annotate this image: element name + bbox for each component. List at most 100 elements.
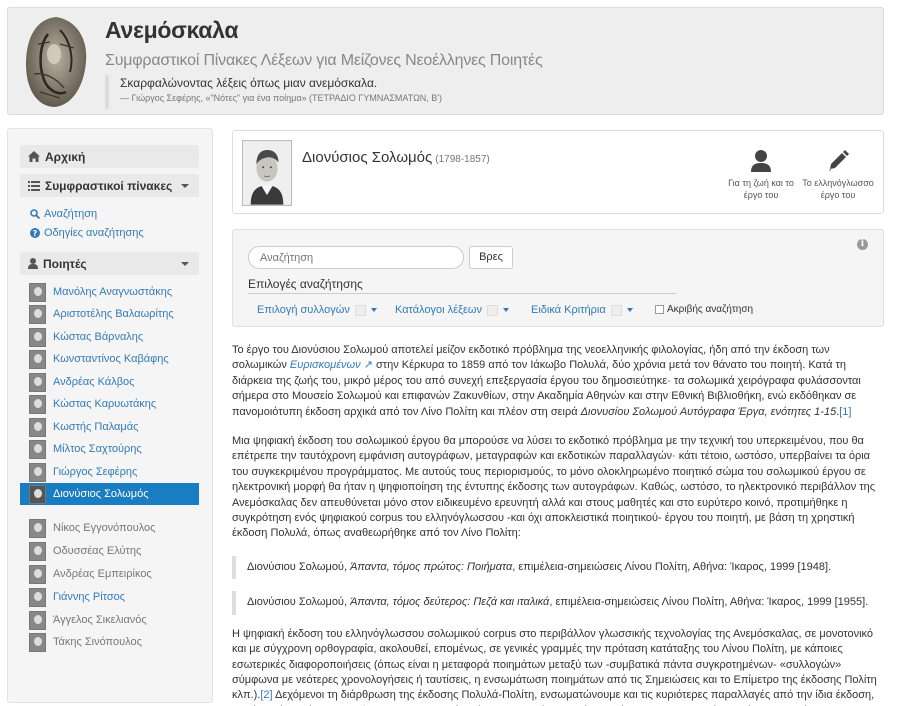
info-icon[interactable]: i [857, 239, 868, 250]
poet-card: Διονύσιος Σολωμός (1798-1857) Για τη ζωή … [232, 130, 884, 214]
footnote-link-1[interactable]: [1] [839, 406, 851, 418]
external-link-icon: ↗ [360, 359, 373, 372]
exact-search-label: Ακριβής αναζήτηση [667, 304, 754, 315]
chevron-down-icon [370, 308, 377, 312]
poet-item[interactable]: Κώστας Βάρναλης [20, 326, 199, 348]
divider [248, 293, 676, 294]
poet-thumbnail [29, 462, 46, 482]
nav-concordance-label: Συμφραστικοί πίνακες [45, 178, 173, 193]
poet-item[interactable]: Μίλτος Σαχτούρης [20, 438, 199, 460]
poet-thumbnail [29, 372, 46, 392]
poet-thumbnail [29, 327, 46, 347]
chevron-down-icon [181, 262, 189, 266]
poet-item[interactable]: Γιάννης Ρίτσος [20, 586, 199, 608]
poet-item-unavailable: Οδυσσέας Ελύτης [20, 540, 199, 562]
poet-thumbnail [29, 632, 46, 652]
site-logo-icon[interactable] [20, 14, 92, 110]
poet-item[interactable]: Γιώργος Σεφέρης [20, 461, 199, 483]
poet-item-label: Νίκος Εγγονόπουλος [53, 522, 156, 534]
footnote-link-2[interactable]: [2] [260, 689, 272, 701]
link-text: Ευρισκομένων [289, 359, 361, 372]
nav-search-label: Αναζήτηση [44, 208, 98, 220]
nav-home[interactable]: Αρχική [20, 145, 199, 168]
poet-item-unavailable: Άγγελος Σικελιανός [20, 609, 199, 631]
poet-name: Διονύσιος Σολωμός (1798-1857) [302, 149, 490, 166]
poet-portrait [242, 140, 292, 206]
poet-item-label: Ανδρέας Κάλβος [53, 376, 135, 388]
pencil-icon [829, 150, 849, 171]
greek-corpus-label-2: έργο του [820, 190, 856, 200]
poet-item[interactable]: Κώστας Καρυωτάκης [20, 393, 199, 415]
poet-thumbnail [29, 564, 46, 584]
text-span: , επιμέλεια-σημειώσεις Λίνου Πολίτη, Αθή… [549, 596, 869, 609]
poet-thumbnail [29, 518, 46, 538]
chevron-down-icon [503, 308, 510, 312]
list-icon [28, 180, 40, 191]
poet-item-label: Μανόλης Αναγνωστάκης [53, 286, 173, 298]
exact-search-checkbox[interactable] [655, 305, 664, 314]
poet-thumbnail [29, 304, 46, 324]
site-title[interactable]: Ανεμόσκαλα [105, 17, 238, 44]
chevron-down-icon [181, 184, 189, 188]
poet-thumbnail [29, 439, 46, 459]
nav-search-link[interactable]: Αναζήτηση [30, 208, 97, 220]
poet-thumbnail [29, 484, 46, 504]
criteria-dropdown[interactable]: Ειδικά Κριτήρια [531, 304, 633, 316]
search-button[interactable]: Βρες [469, 246, 513, 269]
wordlists-checkbox[interactable] [487, 304, 499, 316]
poet-item-label: Κωστής Παλαμάς [53, 421, 139, 433]
text-span: , επιμέλεια-σημειώσεις Λίνου Πολίτη, Αθή… [512, 560, 832, 573]
poet-item-label: Γιώργος Σεφέρης [53, 466, 138, 478]
wordlists-dropdown[interactable]: Κατάλογοι λέξεων [395, 304, 510, 316]
nav-poets[interactable]: Ποιητές [20, 252, 199, 275]
poet-item[interactable]: Κωνσταντίνος Καβάφης [20, 348, 199, 370]
chevron-down-icon [626, 308, 633, 312]
nav-concordance-tables[interactable]: Συμφραστικοί πίνακες [20, 174, 199, 197]
life-and-work-label-2: έργο του [743, 190, 779, 200]
site-subtitle: Συμφραστικοί Πίνακες Λέξεων για Μείζονες… [105, 52, 543, 69]
poet-item[interactable]: Αριστοτέλης Βαλαωρίτης [20, 303, 199, 325]
poet-item-label: Ανδρέας Εμπειρίκος [53, 568, 152, 580]
poet-item-label: Κώστας Καρυωτάκης [53, 398, 157, 410]
poet-thumbnail [29, 417, 46, 437]
home-icon [28, 151, 40, 162]
poet-item[interactable]: Κωστής Παλαμάς [20, 416, 199, 438]
collections-dropdown[interactable]: Επιλογή συλλογών [257, 304, 377, 316]
criteria-label: Ειδικά Κριτήρια [531, 304, 606, 316]
criteria-checkbox[interactable] [610, 304, 622, 316]
text-span: Διονύσιου Σολωμού, [247, 560, 351, 573]
poet-item[interactable]: Μανόλης Αναγνωστάκης [20, 281, 199, 303]
search-input[interactable] [248, 246, 464, 269]
collections-checkbox[interactable] [354, 304, 366, 316]
evriskomena-link[interactable]: Ευρισκομένων ↗ [290, 359, 373, 371]
greek-corpus-button[interactable]: Το ελληνόγλωσσο έργο του [802, 150, 874, 201]
poet-thumbnail [29, 282, 46, 302]
nav-poets-label: Ποιητές [43, 256, 87, 271]
article-paragraph: Η ψηφιακή έκδοση του ελληνόγλωσσου σολωμ… [232, 627, 884, 706]
user-icon [28, 258, 38, 269]
poet-item-active[interactable]: Διονύσιος Σολωμός [20, 483, 199, 505]
poet-thumbnail [29, 610, 46, 630]
life-and-work-label-1: Για τη ζωή και το [728, 178, 794, 188]
article-body: Το έργο του Διονύσιου Σολωμού αποτελεί μ… [232, 343, 884, 706]
wordlists-label: Κατάλογοι λέξεων [395, 304, 483, 316]
nav-guide-label: Οδηγίες αναζήτησης [44, 227, 144, 239]
quote-citation: — Γιώργος Σεφέρης, «"Νότες" για ένα ποίη… [120, 93, 443, 103]
svg-text:?: ? [33, 229, 38, 238]
article-paragraph: Μια ψηφιακή έκδοση του σολωμικού έργου θ… [232, 435, 876, 540]
text-span: Άπαντα, τόμος δεύτερος: Πεζά και ιταλικά [350, 596, 550, 609]
poet-thumbnail [29, 541, 46, 561]
nav-guide-link[interactable]: ? Οδηγίες αναζήτησης [30, 227, 144, 239]
exact-search-option[interactable]: Ακριβής αναζήτηση [655, 304, 753, 315]
life-and-work-button[interactable]: Για τη ζωή και το έργο του [725, 150, 797, 201]
text-span: Δεχόμενοι τη διάρθρωση της έκδοσης Πολυλ… [232, 689, 875, 706]
poet-item-label: Οδυσσέας Ελύτης [53, 545, 142, 557]
poet-item-unavailable: Νίκος Εγγονόπουλος [20, 517, 199, 539]
poet-item[interactable]: Ανδρέας Κάλβος [20, 371, 199, 393]
nav-home-label: Αρχική [45, 149, 86, 164]
collections-label: Επιλογή συλλογών [257, 304, 350, 316]
poet-item-label: Αριστοτέλης Βαλαωρίτης [53, 308, 174, 320]
header-quote: Σκαρφαλώνοντας λέξεις όπως μιαν ανεμόσκα… [105, 75, 442, 109]
poet-item-label: Τάκης Σινόπουλος [53, 636, 142, 648]
poet-item-label: Γιάννης Ρίτσος [53, 591, 126, 603]
